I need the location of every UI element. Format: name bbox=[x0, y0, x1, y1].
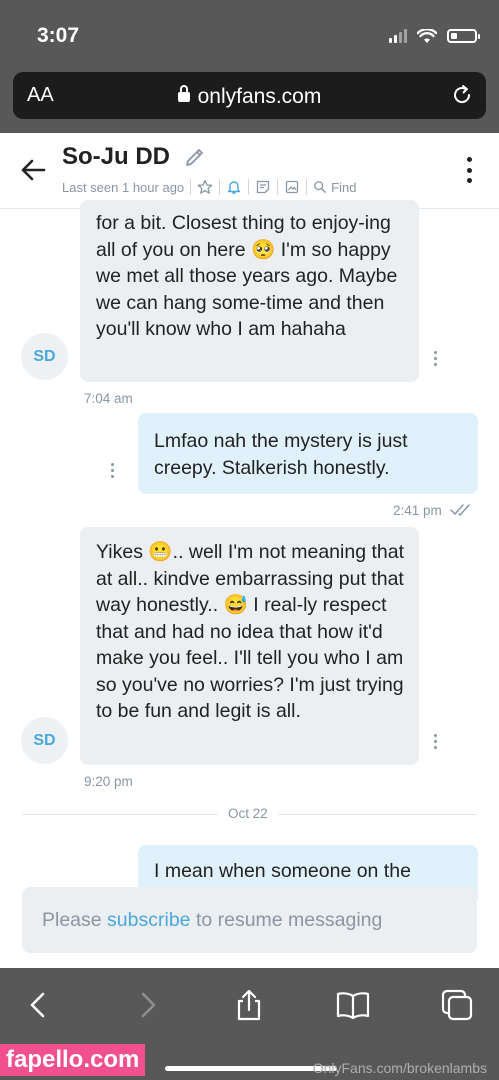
signal-icon bbox=[389, 29, 407, 43]
reload-icon[interactable] bbox=[450, 83, 474, 107]
message-options-icon[interactable] bbox=[111, 463, 115, 478]
image-icon[interactable] bbox=[284, 179, 300, 195]
more-icon[interactable] bbox=[467, 157, 473, 183]
subscribe-link[interactable]: subscribe bbox=[107, 909, 190, 931]
message-incoming[interactable]: Yikes 😬.. well I'm not meaning that at a… bbox=[80, 527, 419, 765]
date-divider-label: Oct 22 bbox=[218, 806, 278, 821]
search-icon[interactable] bbox=[313, 180, 327, 194]
book-icon[interactable] bbox=[336, 988, 370, 1022]
bell-icon[interactable] bbox=[226, 179, 242, 195]
chat-meta: Last seen 1 hour ago Find bbox=[62, 179, 356, 195]
lock-icon bbox=[177, 85, 190, 102]
wifi-icon bbox=[417, 28, 437, 43]
chevron-left-icon[interactable] bbox=[22, 988, 56, 1022]
url-display[interactable]: onlyfans.com bbox=[13, 85, 486, 109]
message-text: I mean when someone on the bbox=[154, 860, 411, 882]
home-indicator bbox=[165, 1066, 337, 1071]
chevron-right-icon[interactable] bbox=[130, 988, 164, 1022]
share-icon[interactable] bbox=[232, 988, 266, 1022]
browser-chrome: 3:07 AA onlyfans.com bbox=[0, 0, 499, 133]
message-time: 7:04 am bbox=[84, 391, 133, 406]
tabs-icon[interactable] bbox=[440, 988, 474, 1022]
message-options-icon[interactable] bbox=[434, 734, 438, 749]
last-seen: Last seen 1 hour ago bbox=[62, 179, 185, 195]
message-options-icon[interactable] bbox=[434, 351, 438, 366]
status-time: 3:07 bbox=[37, 24, 80, 47]
contact-name[interactable]: So-Ju DD bbox=[62, 143, 170, 171]
battery-icon bbox=[447, 29, 480, 43]
address-bar[interactable]: AA onlyfans.com bbox=[13, 72, 486, 119]
watermark-left: fapello.com bbox=[0, 1044, 146, 1076]
message-text: Lmfao nah the mystery is just creepy. St… bbox=[154, 430, 408, 479]
chat-header: So-Ju DD Last seen 1 hour ago Find bbox=[0, 133, 499, 209]
message-time: 2:41 pm bbox=[393, 503, 442, 518]
message-time: 9:20 pm bbox=[84, 774, 133, 789]
pencil-icon[interactable] bbox=[184, 146, 206, 168]
watermark-right: OnlyFans.com/brokenlambs bbox=[312, 1060, 487, 1076]
avatar[interactable]: SD bbox=[21, 717, 68, 764]
subscribe-banner: Please subscribe to resume messaging bbox=[22, 887, 477, 953]
message-text: Yikes 😬.. well I'm not meaning that at a… bbox=[96, 541, 404, 722]
read-receipt-icon bbox=[450, 504, 470, 516]
message-text: for a bit. Closest thing to enjoy-ing al… bbox=[96, 212, 398, 340]
notes-icon[interactable] bbox=[255, 179, 271, 195]
message-incoming[interactable]: for a bit. Closest thing to enjoy-ing al… bbox=[80, 200, 419, 382]
find-button[interactable]: Find bbox=[331, 180, 356, 195]
star-icon[interactable] bbox=[197, 179, 213, 195]
avatar[interactable]: SD bbox=[21, 333, 68, 380]
message-outgoing[interactable]: Lmfao nah the mystery is just creepy. St… bbox=[138, 413, 478, 494]
url-text: onlyfans.com bbox=[197, 85, 322, 108]
back-arrow-icon[interactable] bbox=[20, 157, 46, 183]
status-icons bbox=[389, 26, 480, 46]
